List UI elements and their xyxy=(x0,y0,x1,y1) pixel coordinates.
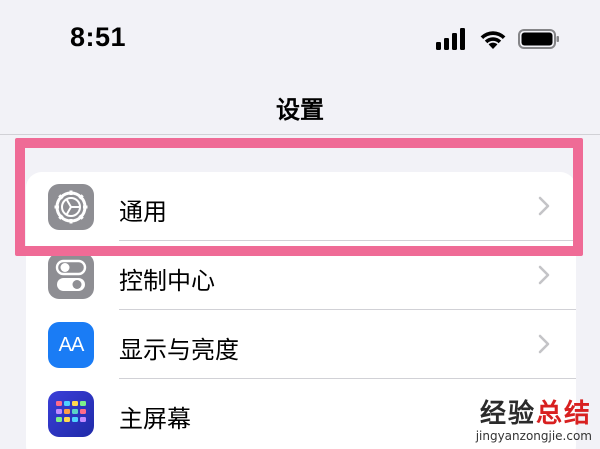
text-size-icon-glyph: AA xyxy=(58,333,85,356)
watermark: 经验总结 jingyanzongjie.com xyxy=(476,399,592,443)
battery-icon xyxy=(518,28,560,50)
navigation-bar: 设置 xyxy=(0,80,600,135)
page-title: 设置 xyxy=(276,96,324,124)
status-icons xyxy=(436,28,560,50)
chevron-right-icon xyxy=(538,265,550,289)
signal-icon xyxy=(436,28,468,50)
status-time: 8:51 xyxy=(70,22,127,52)
text-size-icon: AA xyxy=(48,322,94,368)
watermark-url: jingyanzongjie.com xyxy=(475,429,592,443)
settings-item-display-brightness[interactable]: AA 显示与亮度 xyxy=(26,310,576,379)
settings-item-label: 显示与亮度 xyxy=(119,336,239,364)
settings-item-label: 主屏幕 xyxy=(119,405,191,433)
watermark-main: 经验 xyxy=(479,399,536,429)
settings-item-label: 控制中心 xyxy=(119,267,215,295)
watermark-title: 经验总结 xyxy=(476,399,592,429)
highlight-frame xyxy=(15,138,583,256)
app-grid-icon xyxy=(48,391,94,437)
status-bar: 8:51 xyxy=(0,0,600,80)
watermark-accent: 总结 xyxy=(535,399,592,429)
toggles-icon xyxy=(48,253,94,299)
chevron-right-icon xyxy=(538,334,550,358)
wifi-icon xyxy=(478,28,508,50)
